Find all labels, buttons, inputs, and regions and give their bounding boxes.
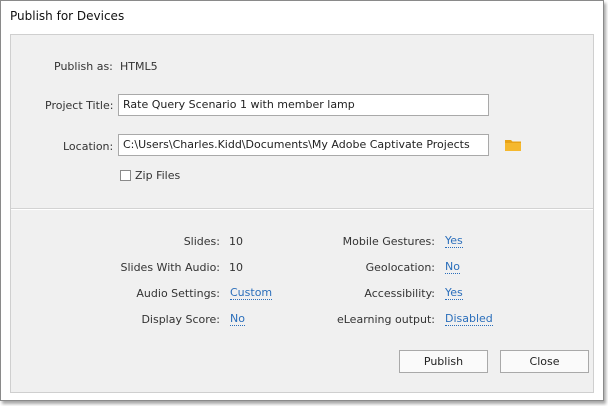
slides-label: Slides: — [183, 235, 220, 248]
location-label: Location: — [63, 140, 114, 153]
slides-with-audio-value: 10 — [229, 261, 243, 274]
accessibility-link[interactable]: Yes — [445, 287, 463, 300]
dialog-body: Publish as: HTML5 Project Title: Rate Qu… — [10, 34, 594, 393]
audio-settings-label: Audio Settings: — [136, 287, 220, 300]
accessibility-label: Accessibility: — [364, 287, 435, 300]
project-title-label: Project Title: — [45, 99, 114, 112]
project-title-input[interactable]: Rate Query Scenario 1 with member lamp — [118, 94, 489, 116]
geolocation-link[interactable]: No — [445, 261, 460, 274]
close-button[interactable]: Close — [500, 350, 589, 373]
publish-as-label: Publish as: — [54, 60, 113, 73]
publish-button[interactable]: Publish — [399, 350, 488, 373]
slides-value: 10 — [229, 235, 243, 248]
slides-with-audio-label: Slides With Audio: — [120, 261, 220, 274]
dialog-title: Publish for Devices — [10, 9, 125, 23]
display-score-link[interactable]: No — [230, 313, 245, 326]
title-bar[interactable]: Publish for Devices — [1, 1, 603, 33]
zip-files-label[interactable]: Zip Files — [135, 169, 180, 182]
display-score-label: Display Score: — [141, 313, 220, 326]
folder-browse-icon[interactable] — [505, 139, 521, 151]
mobile-gestures-label: Mobile Gestures: — [342, 235, 435, 248]
elearning-output-label: eLearning output: — [336, 313, 435, 326]
publish-dialog: Publish for Devices Publish as: HTML5 Pr… — [0, 0, 604, 401]
audio-settings-link[interactable]: Custom — [230, 287, 273, 300]
publish-as-value: HTML5 — [120, 60, 158, 73]
geolocation-label: Geolocation: — [365, 261, 435, 274]
mobile-gestures-link[interactable]: Yes — [445, 235, 463, 248]
section-divider — [11, 208, 593, 210]
elearning-output-link[interactable]: Disabled — [445, 313, 493, 326]
location-input[interactable]: C:\Users\Charles.Kidd\Documents\My Adobe… — [118, 134, 489, 156]
zip-files-checkbox[interactable] — [120, 170, 131, 181]
